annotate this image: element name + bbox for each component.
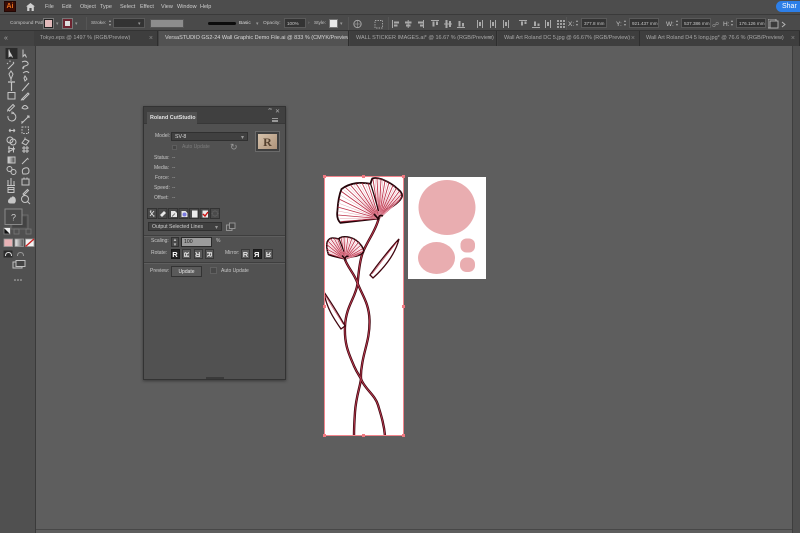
svg-text:?: ? — [11, 213, 16, 223]
